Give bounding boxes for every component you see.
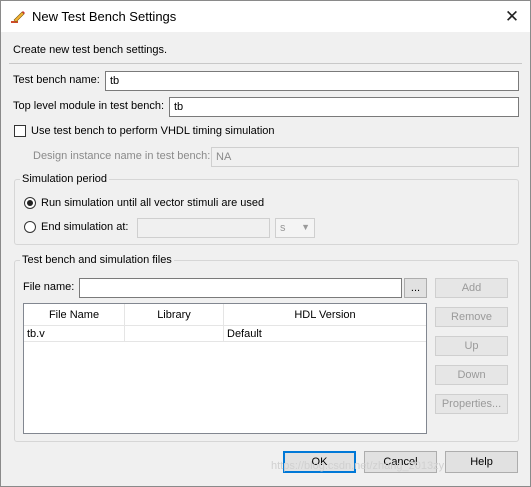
table-cell-library[interactable] (125, 326, 224, 342)
design-instance-label: Design instance name in test bench: (33, 150, 211, 162)
vhdl-timing-checkbox[interactable] (14, 125, 26, 137)
file-name-label: File name: (23, 281, 75, 293)
files-group-title: Test bench and simulation files (20, 254, 174, 266)
properties-button[interactable]: Properties... (435, 394, 508, 414)
vhdl-timing-label: Use test bench to perform VHDL timing si… (31, 125, 275, 137)
end-at-label: End simulation at: (41, 221, 129, 233)
down-button[interactable]: Down (435, 365, 508, 385)
tb-name-label: Test bench name: (13, 74, 100, 86)
column-header-file-name[interactable]: File Name (24, 304, 125, 326)
file-name-input[interactable] (79, 278, 402, 298)
pencil-settings-icon (11, 11, 25, 23)
close-icon[interactable]: ✕ (494, 1, 530, 32)
column-header-hdl-version[interactable]: HDL Version (224, 304, 426, 326)
new-test-bench-settings-dialog: New Test Bench Settings ✕ Create new tes… (0, 0, 531, 487)
watermark: https://blog.csdn.net/zhang_2013zy (271, 460, 445, 472)
tb-name-input[interactable]: tb (105, 71, 519, 91)
header-divider (9, 63, 522, 64)
time-unit-value: s (280, 222, 286, 234)
title-bar[interactable]: New Test Bench Settings ✕ (1, 1, 530, 32)
end-at-radio[interactable] (24, 221, 36, 233)
run-all-radio[interactable] (24, 197, 36, 209)
top-module-label: Top level module in test bench: (13, 100, 165, 112)
browse-button[interactable]: ... (404, 278, 427, 298)
time-unit-select[interactable]: s ▼ (275, 218, 315, 238)
end-time-input[interactable] (137, 218, 270, 238)
top-module-input[interactable]: tb (169, 97, 519, 117)
chevron-down-icon: ▼ (301, 222, 310, 232)
help-button[interactable]: Help (445, 451, 518, 473)
files-table[interactable]: File Name Library HDL Version tb.v Defau… (23, 303, 427, 434)
design-instance-input[interactable]: NA (211, 147, 519, 167)
window-title: New Test Bench Settings (32, 9, 177, 24)
up-button[interactable]: Up (435, 336, 508, 356)
table-cell-file[interactable]: tb.v (24, 326, 125, 342)
remove-button[interactable]: Remove (435, 307, 508, 327)
add-button[interactable]: Add (435, 278, 508, 298)
run-all-label: Run simulation until all vector stimuli … (41, 197, 265, 209)
simulation-period-title: Simulation period (20, 173, 109, 185)
table-cell-hdl[interactable]: Default (224, 326, 426, 342)
column-header-library[interactable]: Library (125, 304, 224, 326)
dialog-description: Create new test bench settings. (13, 44, 168, 56)
